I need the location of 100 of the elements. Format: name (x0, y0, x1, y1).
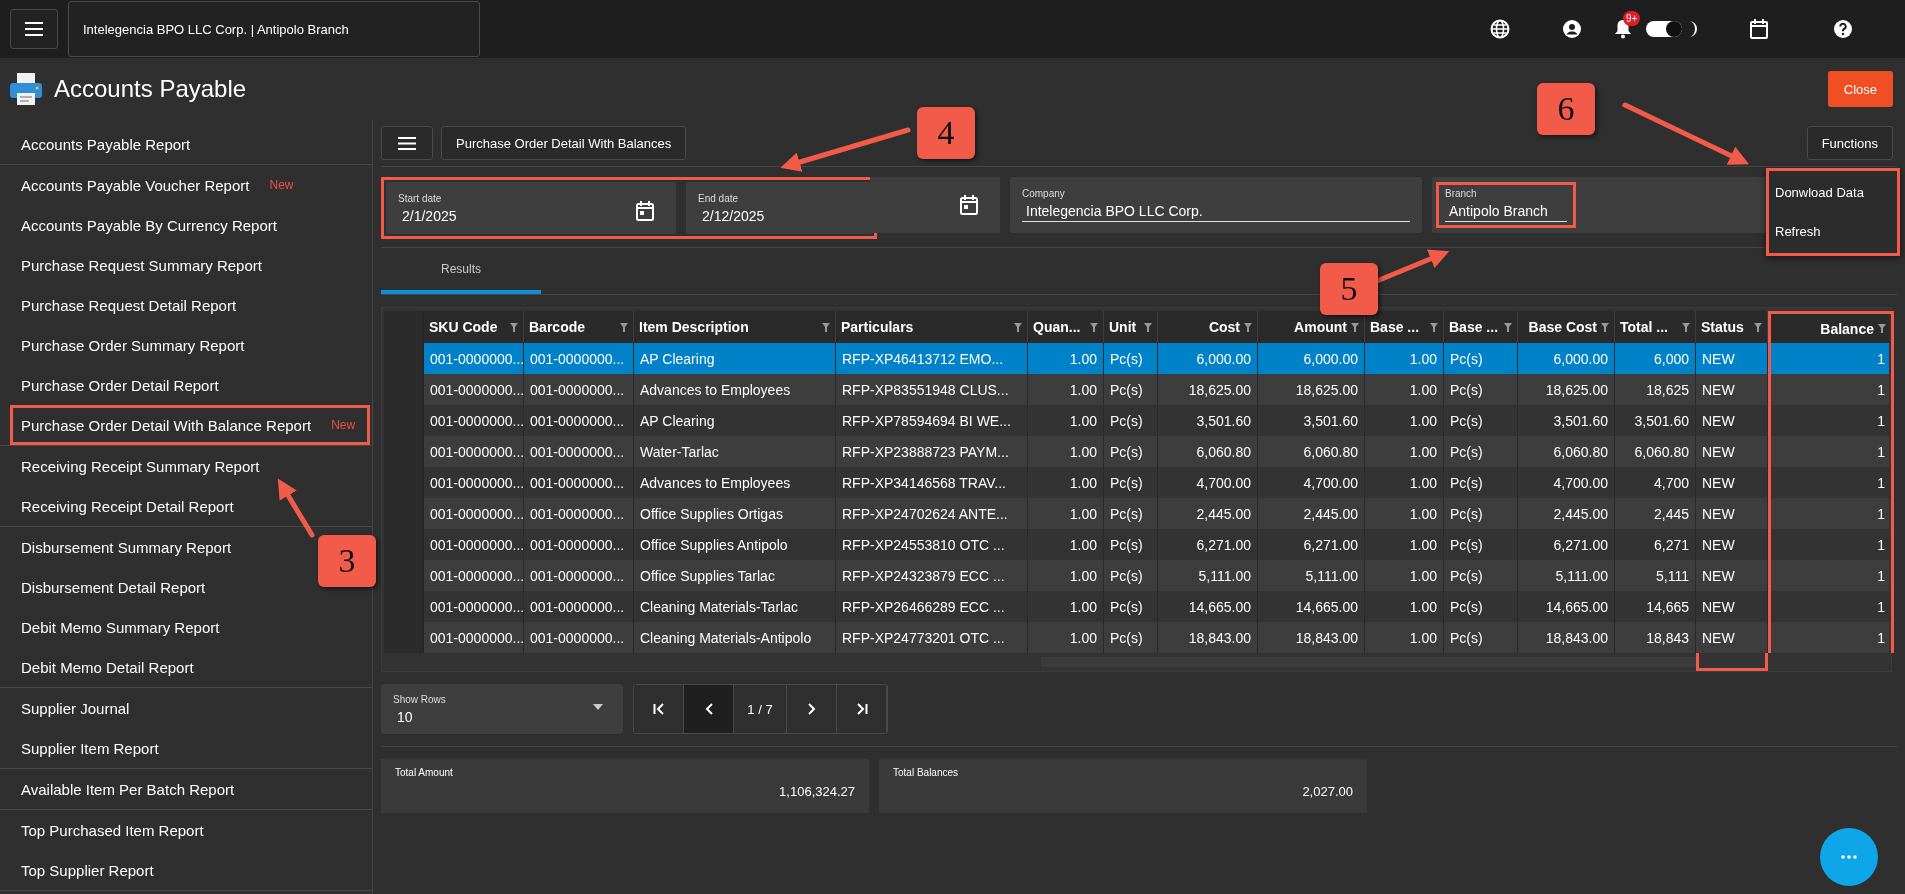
globe-icon[interactable] (1490, 19, 1510, 39)
column-title: Particulars (841, 319, 914, 335)
show-rows-select[interactable]: Show Rows 10 (381, 684, 623, 734)
sidebar-item[interactable]: Accounts Payable By Currency Report (0, 205, 292, 245)
column-title: Cost (1208, 319, 1240, 335)
table-cell: 18,843.00 (1158, 622, 1258, 653)
sidebar-item[interactable]: Accounts Payable Voucher Report New (0, 165, 309, 205)
filter-icon[interactable] (1878, 324, 1886, 333)
report-name: Supplier Item Report (21, 739, 159, 757)
branch-field[interactable]: Branch Antipolo Branch (1436, 182, 1576, 228)
sidebar-item[interactable]: Top Supplier Report (0, 850, 169, 890)
first-page-icon (652, 703, 665, 715)
table-cell: 18,843.00 (1518, 622, 1615, 653)
close-button[interactable]: Close (1827, 71, 1893, 107)
sidebar-item[interactable]: Disbursement Detail Report (0, 567, 221, 607)
table-cell: RFP-XP24773201 OTC ... (836, 622, 1028, 653)
total-label: Total Amount (395, 767, 454, 778)
last-page-icon (855, 703, 868, 715)
report-selector-button[interactable]: Purchase Order Detail With Balances (441, 126, 687, 160)
notification-count-badge: 9+ (1623, 11, 1641, 26)
menu-icon (25, 22, 43, 36)
sidebar-item[interactable]: Receiving Receipt Detail Report (0, 486, 249, 526)
menu-item[interactable]: Refresh (1775, 224, 1891, 239)
calendar-icon[interactable] (636, 201, 654, 221)
column-title: SKU Code (429, 319, 498, 335)
menu-button[interactable] (381, 126, 433, 160)
chevron-left-icon (704, 703, 713, 715)
date-range-picker[interactable]: Start date 2/1/2025 End date 2/12/2025 (381, 177, 877, 239)
sidebar-item[interactable]: Debit Memo Detail Report (0, 647, 209, 687)
column-title: Quan... (1033, 319, 1081, 335)
report-name: Top Purchased Item Report (21, 821, 204, 839)
filter-icon[interactable] (1682, 322, 1690, 332)
column-title: Barcode (529, 319, 586, 335)
user-icon[interactable] (1562, 19, 1582, 39)
filter-icon[interactable] (620, 322, 628, 332)
report-name: Accounts Payable Report (21, 135, 191, 153)
sidebar-item[interactable]: Disbursement Summary Report (0, 527, 247, 567)
sidebar-item[interactable]: Receiving Receipt Summary Report (0, 446, 275, 486)
page-title: Accounts Payable (54, 75, 247, 103)
caret-icon (593, 704, 603, 710)
column-title: Amount (1294, 319, 1347, 335)
sidebar-item[interactable]: Supplier Item Report (0, 728, 174, 768)
filter-icon[interactable] (1754, 322, 1762, 332)
filter-icon[interactable] (1244, 322, 1252, 332)
printer-icon (8, 71, 44, 107)
filter-icon[interactable] (1430, 322, 1438, 332)
report-name: Receiving Receipt Detail Report (21, 497, 234, 515)
column-title: Item Description (639, 319, 749, 335)
table-cell: Pc(s) (1444, 622, 1518, 653)
horizontal-scrollbar[interactable] (1041, 657, 1696, 667)
start-date-field[interactable]: Start date 2/1/2025 (386, 182, 676, 234)
column-title: Unit (1109, 319, 1137, 335)
calendar-icon[interactable] (1750, 19, 1768, 39)
table-cell: Pc(s) (1104, 622, 1158, 653)
filter-icon[interactable] (510, 322, 518, 332)
sidebar-item[interactable]: Purchase Order Detail Report (0, 365, 234, 405)
calendar-icon[interactable] (960, 195, 978, 215)
help-icon[interactable] (1833, 19, 1853, 39)
menu-button[interactable] (10, 9, 58, 49)
sidebar-item[interactable]: Purchase Request Summary Report (0, 245, 277, 285)
table-cell: 1 (1768, 622, 1894, 653)
sidebar-item[interactable]: Purchase Request Detail Report (0, 285, 252, 325)
column-title: Base ... (1449, 319, 1499, 335)
new-label: New (269, 178, 294, 192)
filter-icon[interactable] (1014, 322, 1022, 332)
report-name: Disbursement Summary Report (21, 538, 232, 556)
table-cell: 001-0000000... (524, 622, 634, 653)
sidebar-item[interactable]: Purchase Order Summary Report (0, 325, 260, 365)
theme-toggle[interactable] (1646, 21, 1682, 37)
menu-item[interactable]: Donwload Data (1775, 185, 1891, 200)
report-name: Receiving Receipt Summary Report (21, 457, 260, 475)
filter-icon[interactable] (1601, 322, 1609, 332)
report-name: Supplier Journal (21, 699, 130, 717)
filter-icon[interactable] (1504, 322, 1512, 332)
sidebar-item[interactable]: Purchase Order Detail With Balance Report New (10, 405, 371, 445)
filter-icon[interactable] (822, 322, 830, 332)
report-name: Purchase Order Detail With Balance Report (21, 416, 312, 434)
sidebar-item[interactable]: Supplier Journal (0, 688, 145, 728)
filter-icon[interactable] (1090, 322, 1098, 332)
filter-icon[interactable] (1144, 322, 1152, 332)
sidebar-item[interactable]: Available Item Per Batch Report (0, 769, 250, 809)
table-cell: 18,843.00 (1258, 622, 1365, 653)
sidebar-item[interactable]: Accounts Payable Report (0, 124, 206, 164)
report-name: Available Item Per Batch Report (21, 780, 235, 798)
results-tab[interactable]: Results (381, 248, 541, 294)
first-page-button[interactable] (634, 685, 684, 733)
report-name: Debit Memo Detail Report (21, 658, 194, 676)
report-name: Accounts Payable By Currency Report (21, 216, 277, 234)
column-title: Status (1701, 319, 1744, 335)
report-name: Purchase Request Detail Report (21, 296, 237, 314)
sidebar-item[interactable]: Top Purchased Item Report (0, 810, 219, 850)
company-field[interactable]: Company Intelegencia BPO LLC Corp. (1010, 177, 1422, 233)
report-name: Top Supplier Report (21, 861, 154, 879)
sidebar-item[interactable]: Debit Memo Summary Report (0, 607, 235, 647)
end-date-field[interactable]: End date 2/12/2025 (686, 182, 872, 234)
filter-icon[interactable] (1351, 322, 1359, 332)
more-button[interactable] (1820, 828, 1878, 886)
column-title: Base ... (1370, 319, 1420, 335)
functions-button[interactable]: Functions (1806, 126, 1893, 160)
company-branch-button[interactable]: Intelegencia BPO LLC Corp. | Antipolo Branch (68, 1, 480, 57)
